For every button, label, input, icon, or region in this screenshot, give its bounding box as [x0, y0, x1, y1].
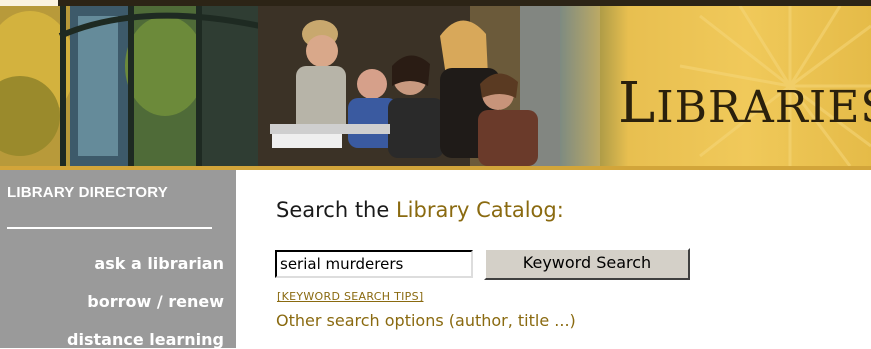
header-banner: LIBRARIES — [0, 0, 871, 170]
keyword-search-button[interactable]: Keyword Search — [484, 248, 690, 280]
title-prefix: Search the — [276, 198, 396, 222]
title-accent: Library Catalog: — [395, 198, 564, 222]
sidebar-link-ask-a-librarian[interactable]: ask a librarian — [94, 254, 224, 273]
other-search-options-link[interactable]: Other search options (author, title ...) — [276, 311, 576, 330]
libraries-logo: LIBRARIES — [618, 71, 871, 136]
sidebar: LIBRARY DIRECTORY ask a librarian borrow… — [0, 170, 236, 349]
sidebar-heading[interactable]: LIBRARY DIRECTORY — [7, 184, 168, 201]
banner-photo — [0, 6, 640, 166]
sidebar-link-distance-learning[interactable]: distance learning — [67, 330, 224, 349]
sidebar-divider — [7, 227, 212, 229]
page-title: Search the Library Catalog: — [276, 198, 564, 222]
sidebar-link-borrow-renew[interactable]: borrow / renew — [87, 292, 224, 311]
keyword-search-tips-link[interactable]: [KEYWORD SEARCH TIPS] — [277, 290, 424, 303]
search-input[interactable] — [275, 250, 473, 278]
